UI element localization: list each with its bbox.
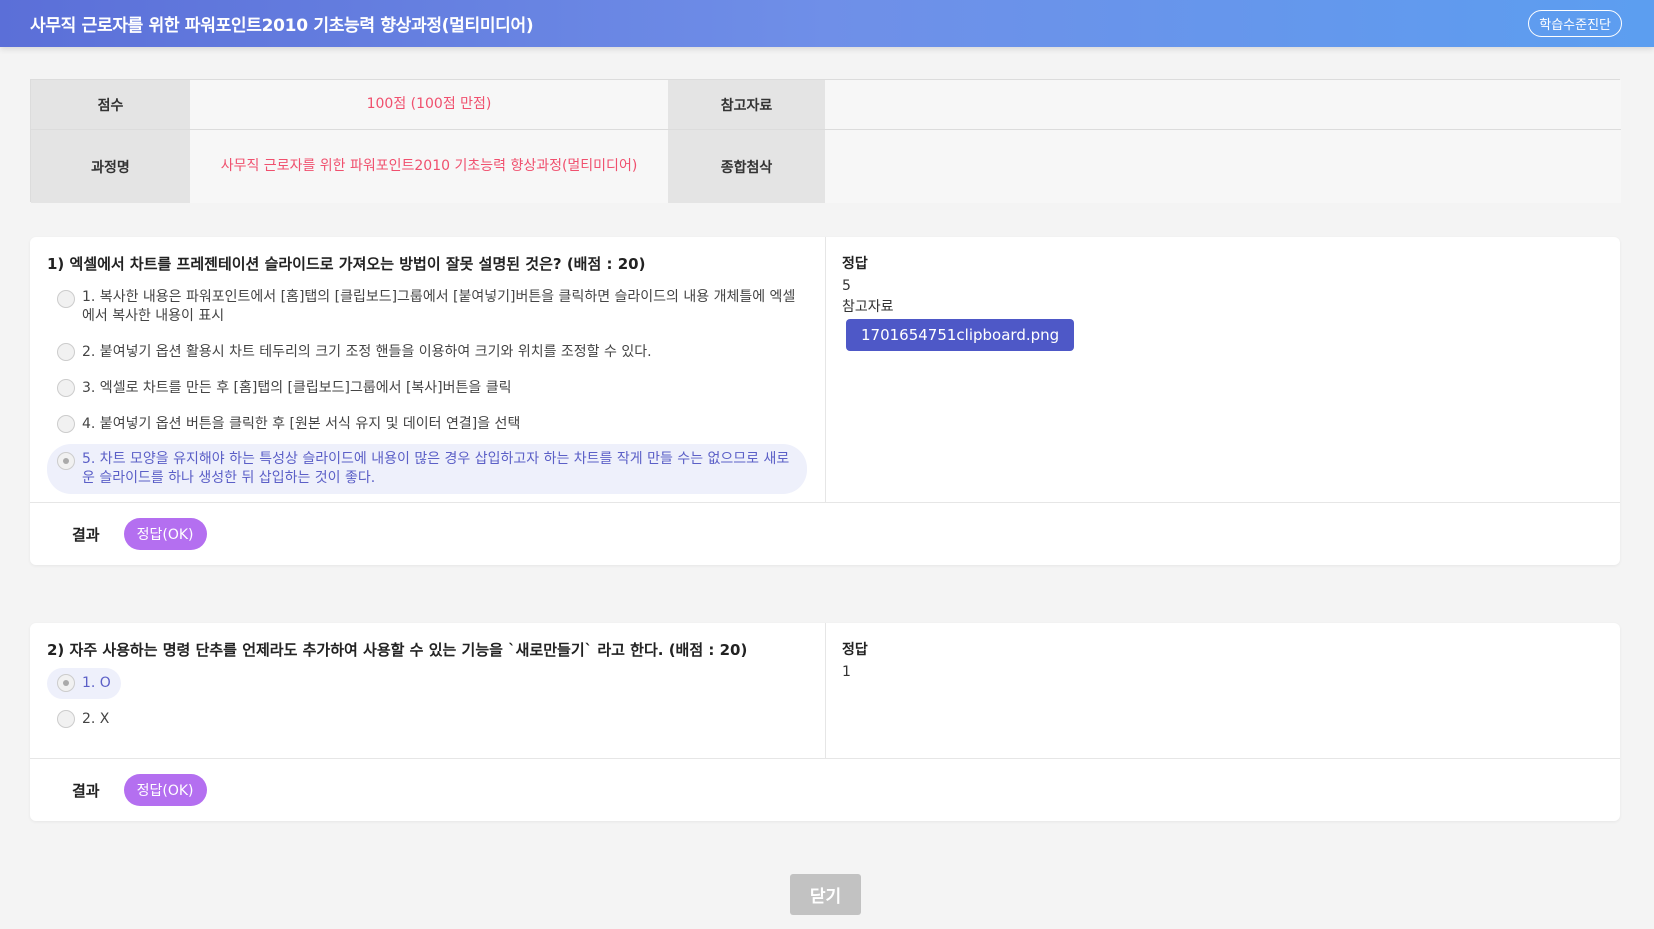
- question-title: 2) 자주 사용하는 명령 단추를 언제라도 추가하여 사용할 수 있는 기능을…: [47, 641, 748, 659]
- radio-icon[interactable]: [57, 343, 75, 362]
- learning-diagnosis-button[interactable]: 학습수준진단: [1528, 10, 1622, 37]
- reference-label: 참고자료: [842, 299, 894, 315]
- reference-label: 참고자료: [668, 80, 825, 130]
- question-card-1: 1) 엑셀에서 차트를 프레젠테이션 슬라이드로 가져오는 방법이 잘못 설명된…: [30, 237, 1620, 565]
- reference-value: [825, 80, 1621, 130]
- overall-feedback-label: 종합첨삭: [668, 130, 825, 203]
- radio-selected-icon[interactable]: [57, 452, 75, 471]
- course-name-value: 사무직 근로자를 위한 파워포인트2010 기초능력 향상과정(멀티미디어): [190, 130, 668, 203]
- option-text: 2. X: [82, 710, 110, 727]
- score-value: 100점 (100점 만점): [190, 80, 668, 130]
- score-label: 점수: [31, 80, 190, 130]
- course-name-label: 과정명: [31, 130, 190, 203]
- result-label: 결과: [72, 781, 100, 800]
- option-text: 2. 붙여넣기 옵션 활용시 차트 테두리의 크기 조정 핸들을 이용하여 크기…: [82, 343, 652, 360]
- option-text: 3. 엑셀로 차트를 만든 후 [홈]탭의 [클립보드]그룹에서 [복사]버튼을…: [82, 379, 512, 396]
- option-3[interactable]: 3. 엑셀로 차트를 만든 후 [홈]탭의 [클립보드]그룹에서 [복사]버튼을…: [47, 373, 807, 404]
- radio-icon[interactable]: [57, 290, 75, 308]
- radio-icon[interactable]: [57, 415, 75, 433]
- option-5[interactable]: 5. 차트 모양을 유지해야 하는 특성상 슬라이드에 내용이 많은 경우 삽입…: [47, 444, 807, 495]
- reference-file-link[interactable]: 1701654751clipboard.png: [846, 319, 1075, 351]
- answer-value: 1: [842, 664, 851, 680]
- result-label: 결과: [72, 525, 100, 544]
- close-button[interactable]: 닫기: [790, 874, 861, 915]
- option-text: 5. 차트 모양을 유지해야 하는 특성상 슬라이드에 내용이 많은 경우 삽입…: [82, 451, 790, 487]
- question-title: 1) 엑셀에서 차트를 프레젠테이션 슬라이드로 가져오는 방법이 잘못 설명된…: [47, 255, 646, 273]
- result-badge: 정답(OK): [123, 774, 207, 806]
- option-2[interactable]: 2. X: [47, 704, 807, 735]
- radio-icon[interactable]: [57, 379, 75, 398]
- score-info-table: 점수 100점 (100점 만점) 참고자료 과정명 사무직 근로자를 위한 파…: [30, 79, 1621, 203]
- option-1[interactable]: 1. O: [47, 668, 121, 699]
- radio-icon[interactable]: [57, 710, 75, 729]
- option-2[interactable]: 2. 붙여넣기 옵션 활용시 차트 테두리의 크기 조정 핸들을 이용하여 크기…: [47, 337, 807, 368]
- answer-label: 정답: [842, 256, 868, 272]
- course-title: 사무직 근로자를 위한 파워포인트2010 기초능력 향상과정(멀티미디어): [30, 16, 534, 36]
- answer-label: 정답: [842, 642, 868, 658]
- option-1[interactable]: 1. 복사한 내용은 파워포인트에서 [홈]탭의 [클립보드]그룹에서 [붙여넣…: [47, 282, 807, 332]
- radio-selected-icon[interactable]: [57, 674, 75, 693]
- option-text: 1. 복사한 내용은 파워포인트에서 [홈]탭의 [클립보드]그룹에서 [붙여넣…: [82, 289, 796, 324]
- option-text: 1. O: [82, 675, 111, 691]
- answer-value: 5: [842, 278, 851, 294]
- result-badge: 정답(OK): [123, 518, 207, 550]
- overall-feedback-value: [825, 130, 1621, 203]
- option-text: 4. 붙여넣기 옵션 버튼을 클릭한 후 [원본 서식 유지 및 데이터 연결]…: [82, 415, 521, 432]
- question-card-2: 2) 자주 사용하는 명령 단추를 언제라도 추가하여 사용할 수 있는 기능을…: [30, 623, 1620, 821]
- option-4[interactable]: 4. 붙여넣기 옵션 버튼을 클릭한 후 [원본 서식 유지 및 데이터 연결]…: [47, 409, 807, 440]
- page-header: 사무직 근로자를 위한 파워포인트2010 기초능력 향상과정(멀티미디어) 학…: [0, 0, 1654, 47]
